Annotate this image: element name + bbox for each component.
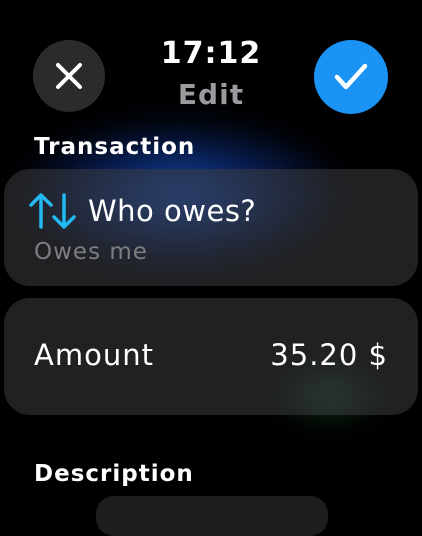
swap-vertical-arrows-icon <box>29 193 76 229</box>
amount-row[interactable]: Amount 35.20 $ <box>4 298 418 415</box>
amount-label: Amount <box>34 338 154 372</box>
description-section-label: Description <box>34 461 194 487</box>
amount-value: 35.20 $ <box>270 338 388 372</box>
who-owes-title: Who owes? <box>88 194 257 228</box>
checkmark-icon <box>334 63 368 90</box>
confirm-button[interactable] <box>314 40 388 114</box>
who-owes-row[interactable]: Who owes? Owes me <box>4 169 418 286</box>
who-owes-value: Owes me <box>34 239 148 265</box>
description-field[interactable] <box>96 496 328 536</box>
transaction-section-label: Transaction <box>34 134 196 160</box>
